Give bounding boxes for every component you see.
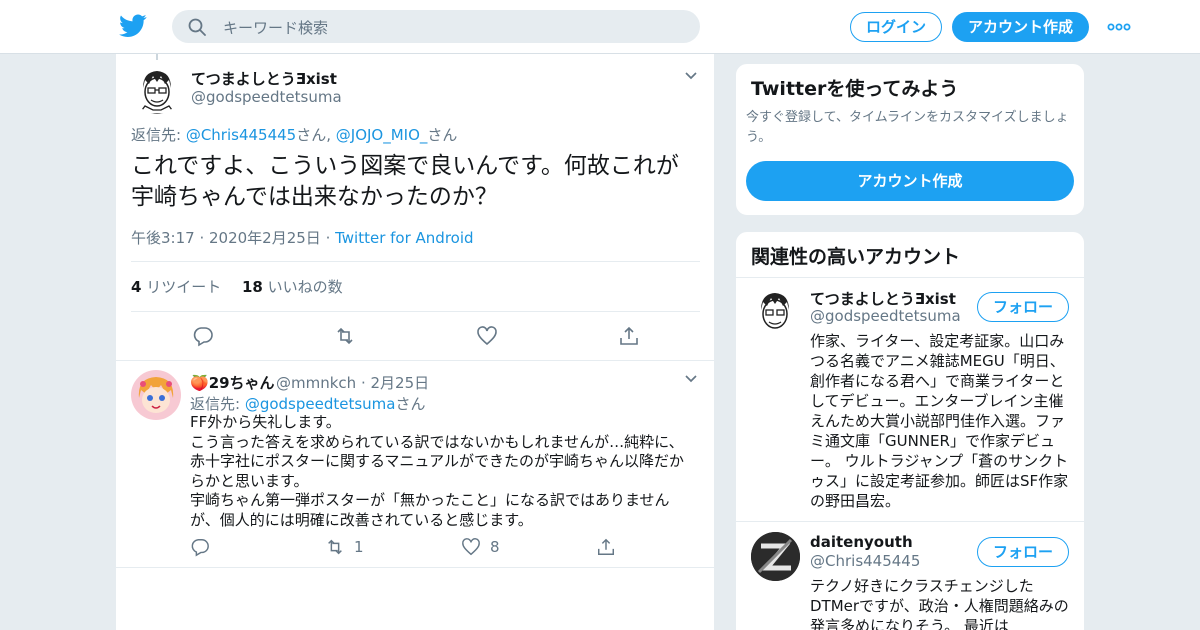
- reply-line: 宇崎ちゃん第一弾ポスターが「無かったこと」になる訳ではありません: [190, 491, 670, 509]
- bio-line: 創作者になる君へ」で商業ライターと: [810, 372, 1065, 390]
- signup-card-subtitle: 今すぐ登録して、タイムラインをカスタマイズしましょ う。: [746, 108, 1076, 148]
- tweet-stats: 4 リツイート 18 いいねの数: [131, 276, 343, 297]
- follow-button[interactable]: フォロー: [977, 537, 1069, 567]
- tweet-author-handle[interactable]: @godspeedtetsuma: [191, 88, 342, 106]
- related-account-bio: 作家、ライター、設定考証家。山口み つる名義でアニメ雑誌MEGU「明日、 創作者…: [810, 331, 1080, 511]
- related-account-bio: テクノ好きにクラスチェンジした DTMerですが、政治・人権問題絡みの 発言多め…: [810, 576, 1080, 630]
- tweet-author-avatar[interactable]: [133, 66, 181, 114]
- related-account-handle[interactable]: @godspeedtetsuma: [810, 307, 961, 325]
- subtitle-line: う。: [746, 130, 772, 145]
- reply-line: 赤十字社にポスターに関するマニュアルができたのが宇崎ちゃん以降だか: [190, 452, 684, 470]
- signup-card-title: Twitterを使ってみよう: [751, 78, 959, 100]
- reply-prefix: 返信先:: [131, 126, 186, 144]
- retweet-icon[interactable]: [334, 325, 356, 347]
- like-label[interactable]: いいねの数: [263, 278, 343, 296]
- reply-line: が、個人的には明確に改善されていると感じます。: [190, 510, 533, 529]
- reply-suffix: さん: [395, 395, 426, 413]
- peach-emoji: 🍑: [190, 374, 209, 392]
- top-navigation-bar: キーワード検索 ログイン アカウント作成: [0, 0, 1200, 54]
- divider: [736, 521, 1084, 522]
- signup-card: Twitterを使ってみよう 今すぐ登録して、タイムラインをカスタマイズしましょ…: [735, 63, 1085, 216]
- reply-author-display-name: 29ちゃん: [208, 374, 275, 392]
- bio-line: してデビュー。エンターブレイン主催: [810, 392, 1064, 410]
- reply-date[interactable]: · 2月25日: [356, 374, 429, 392]
- search-input[interactable]: キーワード検索: [172, 10, 700, 43]
- twitter-bird-logo-icon[interactable]: [119, 14, 147, 38]
- bio-line: DTMerですが、政治・人権問題絡みの: [810, 597, 1069, 615]
- reply-line: こう言った答えを求められている訳ではないかもしれませんが…純粋に、: [190, 432, 684, 451]
- follow-button[interactable]: フォロー: [977, 292, 1069, 322]
- more-options-icon[interactable]: [1107, 18, 1131, 36]
- meta-separator: ·: [320, 229, 336, 247]
- bio-line: ミ通文庫「GUNNER」で作家デビュ: [810, 432, 1055, 450]
- reply-line: らかと思います。: [190, 471, 309, 490]
- reply-author-avatar[interactable]: [131, 370, 181, 420]
- mention-link[interactable]: @godspeedtetsuma: [245, 395, 396, 413]
- thread-connector: [156, 54, 158, 60]
- replying-to: 返信先: @Chris445445さん, @JOJO_MIO_さん: [131, 124, 457, 145]
- divider: [131, 261, 700, 262]
- chevron-down-icon[interactable]: [684, 374, 698, 384]
- author-avatar-icon: [133, 66, 181, 114]
- bio-line: ー。 ウルトラジャンプ「蒼のサンクト: [810, 452, 1069, 470]
- tweet-column: てつまよしとうƎxist @godspeedtetsuma 返信先: @Chri…: [115, 54, 715, 630]
- reply-icon[interactable]: [192, 325, 214, 347]
- reply-like-count[interactable]: 8: [490, 538, 500, 556]
- login-button[interactable]: ログイン: [850, 12, 942, 42]
- reply-icon[interactable]: [190, 537, 210, 557]
- related-accounts-card: 関連性の高いアカウント てつまよしとうƎxist @godspeedtetsum…: [735, 231, 1085, 630]
- search-placeholder: キーワード検索: [223, 19, 329, 37]
- divider: [116, 567, 714, 568]
- divider: [116, 360, 714, 361]
- chevron-down-icon[interactable]: [684, 71, 698, 81]
- bio-line: 作家、ライター、設定考証家。山口み: [810, 332, 1065, 350]
- subtitle-line: 今すぐ登録して、タイムラインをカスタマイズしましょ: [746, 110, 1069, 125]
- mention-link[interactable]: @JOJO_MIO_: [336, 126, 428, 144]
- mention-link[interactable]: @Chris445445: [186, 126, 296, 144]
- search-icon: [188, 18, 206, 36]
- tweet-source[interactable]: Twitter for Android: [335, 229, 473, 247]
- share-icon[interactable]: [618, 325, 640, 347]
- reply-replying-to: 返信先: @godspeedtetsumaさん: [190, 393, 426, 414]
- author-avatar-icon: [751, 288, 799, 336]
- like-heart-icon[interactable]: [461, 537, 481, 557]
- reply-author-meta: @mmnkch · 2月25日: [276, 372, 429, 393]
- signup-button[interactable]: アカウント作成: [952, 12, 1089, 42]
- bio-line: つる名義でアニメ雑誌MEGU「明日、: [810, 352, 1065, 370]
- reply-text: FF外から失礼します。 こう言った答えを求められている訳ではないかもしれませんが…: [190, 413, 690, 530]
- retweet-count[interactable]: 4: [131, 278, 141, 296]
- reply-line: FF外から失礼します。: [190, 413, 341, 431]
- reply-suffix: さん,: [296, 126, 336, 144]
- reply-author-name[interactable]: 🍑29ちゃん: [190, 372, 275, 393]
- bio-line: えんため大賞小説部門佳作入選。ファ: [810, 412, 1066, 430]
- tweet-author-name[interactable]: てつまよしとうƎxist: [191, 68, 337, 89]
- related-account-handle[interactable]: @Chris445445: [810, 552, 920, 570]
- related-accounts-title: 関連性の高いアカウント: [751, 246, 961, 268]
- related-account-avatar[interactable]: [751, 532, 800, 581]
- daitenyouth-avatar-icon: [751, 532, 800, 581]
- retweet-icon[interactable]: [325, 537, 345, 557]
- tweet-metadata: 午後3:17 · 2020年2月25日 · Twitter for Androi…: [131, 227, 474, 248]
- related-account-name[interactable]: daitenyouth: [810, 533, 913, 551]
- tweet-text: これですよ、こういう図案で良いんです。何故これが宇崎ちゃんでは出来なかったのか？: [131, 153, 679, 210]
- tweet-timestamp[interactable]: 午後3:17 · 2020年2月25日: [131, 229, 321, 247]
- retweet-label[interactable]: リツイート: [141, 278, 221, 296]
- reply-avatar-icon: [131, 370, 181, 420]
- divider: [131, 311, 700, 312]
- reply-author-handle[interactable]: @mmnkch: [276, 374, 356, 392]
- bio-line: ゥス」に設定考証参加。師匠はSF作家: [810, 472, 1069, 490]
- reply-retweet-count[interactable]: 1: [354, 538, 364, 556]
- bio-line: 発言多めになりそう。 最近は: [810, 617, 1009, 630]
- related-account-name[interactable]: てつまよしとうƎxist: [810, 288, 956, 309]
- reply-suffix: さん: [427, 126, 458, 144]
- like-heart-icon[interactable]: [476, 325, 498, 347]
- share-icon[interactable]: [596, 537, 616, 557]
- reply-prefix: 返信先:: [190, 395, 245, 413]
- bio-line: の野田昌宏。: [810, 492, 901, 510]
- like-count[interactable]: 18: [242, 278, 263, 296]
- related-account-avatar[interactable]: [751, 288, 799, 336]
- divider: [736, 277, 1084, 278]
- signup-card-button[interactable]: アカウント作成: [746, 161, 1074, 201]
- bio-line: テクノ好きにクラスチェンジした: [810, 577, 1034, 595]
